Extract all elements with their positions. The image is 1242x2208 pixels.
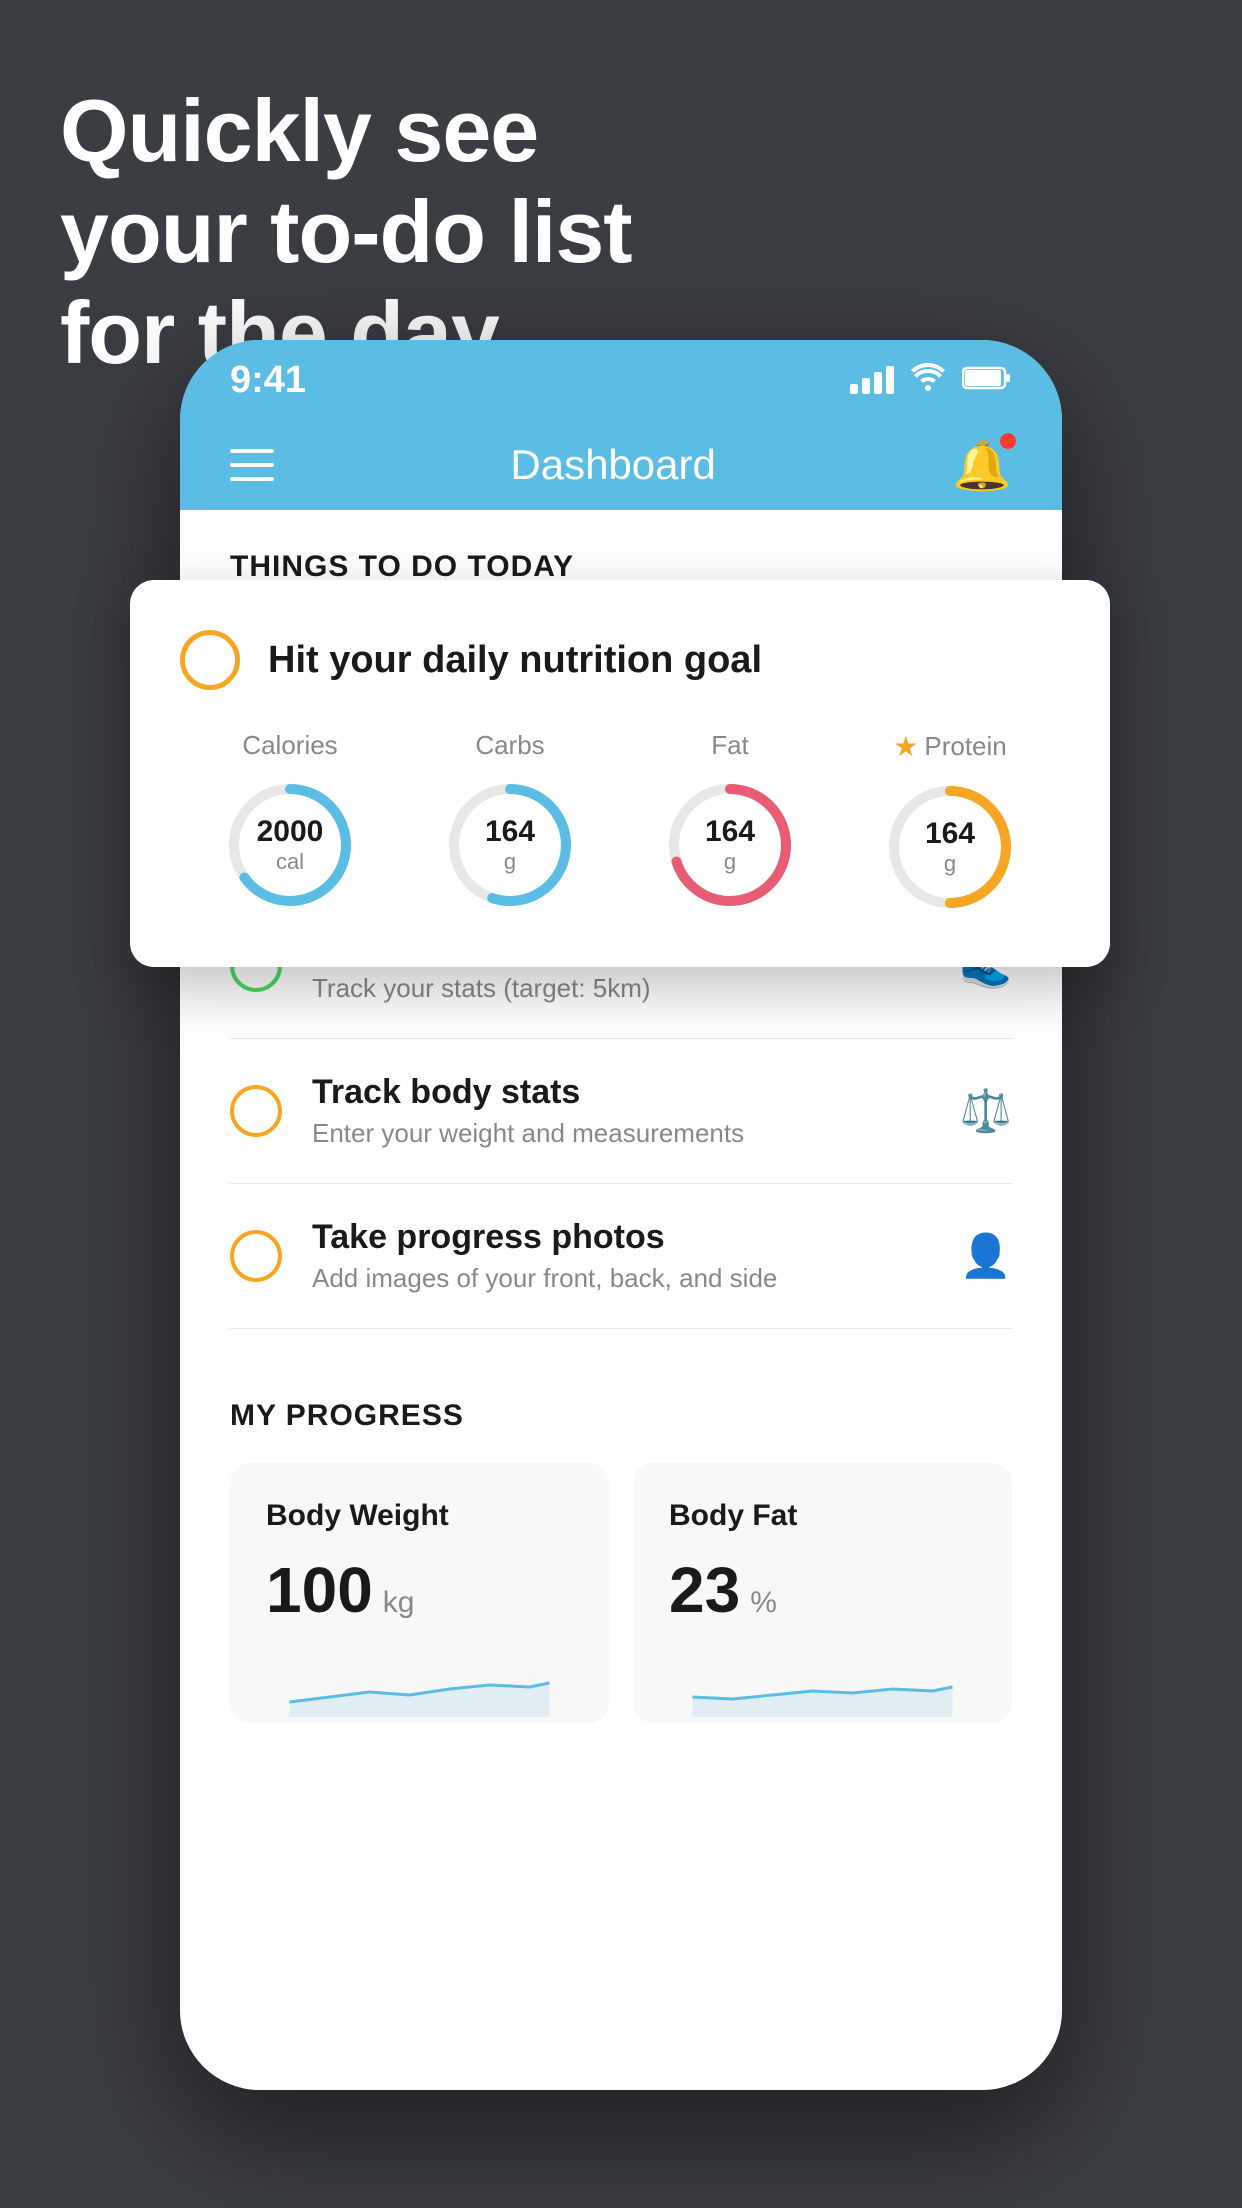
- protein-unit: g: [944, 851, 956, 876]
- status-bar: 9:41: [180, 340, 1062, 420]
- protein-circle: 164 g: [880, 777, 1020, 917]
- photo-icon: 👤: [960, 1232, 1012, 1281]
- todo-item-photos[interactable]: Take progress photos Add images of your …: [230, 1184, 1012, 1329]
- carbs-label: Carbs: [475, 730, 544, 761]
- wifi-icon: [910, 362, 946, 399]
- fat-value-row: 23 %: [669, 1553, 976, 1627]
- todo-text-photos: Take progress photos Add images of your …: [312, 1218, 930, 1294]
- status-time: 9:41: [230, 359, 306, 402]
- progress-card-weight[interactable]: Body Weight 100 kg: [230, 1463, 609, 1723]
- protein-label: Protein: [924, 731, 1006, 762]
- todo-sub-running: Track your stats (target: 5km): [312, 973, 930, 1004]
- todo-sub-photos: Add images of your front, back, and side: [312, 1263, 930, 1294]
- calories-value: 2000: [257, 815, 324, 849]
- nutrition-row: Calories 2000 cal Carbs: [180, 730, 1060, 917]
- notification-dot: [1000, 433, 1016, 449]
- calories-circle: 2000 cal: [220, 775, 360, 915]
- todo-item-bodystats[interactable]: Track body stats Enter your weight and m…: [230, 1039, 1012, 1184]
- fat-unit-card: g: [724, 849, 736, 874]
- nutrition-card: Hit your daily nutrition goal Calories 2…: [130, 580, 1110, 967]
- carbs-value: 164: [485, 815, 535, 849]
- scale-icon: ⚖️: [960, 1087, 1012, 1136]
- carbs-unit: g: [504, 849, 516, 874]
- fat-circle: 164 g: [660, 775, 800, 915]
- star-icon: ★: [893, 730, 918, 763]
- fat-value-card: 164: [705, 815, 755, 849]
- card-header: Hit your daily nutrition goal: [180, 630, 1060, 690]
- battery-icon: [962, 365, 1012, 396]
- hero-text: Quickly see your to-do list for the day.: [60, 80, 632, 384]
- fat-unit: %: [750, 1586, 777, 1620]
- task-circle: [180, 630, 240, 690]
- fat-value: 23: [669, 1553, 740, 1627]
- todo-check-bodystats: [230, 1085, 282, 1137]
- nutrition-carbs: Carbs 164 g: [440, 730, 580, 915]
- fat-chart: [669, 1647, 976, 1722]
- progress-card-fat[interactable]: Body Fat 23 %: [633, 1463, 1012, 1723]
- fat-label: Fat: [711, 730, 749, 761]
- progress-cards: Body Weight 100 kg Body Fat: [230, 1463, 1012, 1723]
- progress-header: MY PROGRESS: [230, 1399, 1012, 1433]
- carbs-circle: 164 g: [440, 775, 580, 915]
- bell-button[interactable]: 🔔: [952, 437, 1012, 494]
- weight-value-row: 100 kg: [266, 1553, 573, 1627]
- nutrition-calories: Calories 2000 cal: [220, 730, 360, 915]
- card-title-weight: Body Weight: [266, 1499, 573, 1533]
- todo-sub-bodystats: Enter your weight and measurements: [312, 1118, 930, 1149]
- status-icons: [850, 362, 1012, 399]
- nutrition-protein: ★ Protein 164 g: [880, 730, 1020, 917]
- todo-check-photos: [230, 1230, 282, 1282]
- todo-title-photos: Take progress photos: [312, 1218, 930, 1257]
- todo-text-bodystats: Track body stats Enter your weight and m…: [312, 1073, 930, 1149]
- todo-title-bodystats: Track body stats: [312, 1073, 930, 1112]
- calories-label: Calories: [242, 730, 337, 761]
- signal-icon: [850, 366, 894, 394]
- weight-value: 100: [266, 1553, 373, 1627]
- weight-unit: kg: [383, 1586, 415, 1620]
- protein-value: 164: [925, 817, 975, 851]
- calories-unit: cal: [276, 849, 304, 874]
- progress-section: MY PROGRESS Body Weight 100 kg: [180, 1359, 1062, 1723]
- nutrition-fat: Fat 164 g: [660, 730, 800, 915]
- menu-icon[interactable]: [230, 449, 274, 481]
- weight-chart: [266, 1647, 573, 1722]
- nav-title: Dashboard: [510, 441, 715, 489]
- card-title: Hit your daily nutrition goal: [268, 639, 762, 682]
- nav-bar: Dashboard 🔔: [180, 420, 1062, 510]
- card-title-fat: Body Fat: [669, 1499, 976, 1533]
